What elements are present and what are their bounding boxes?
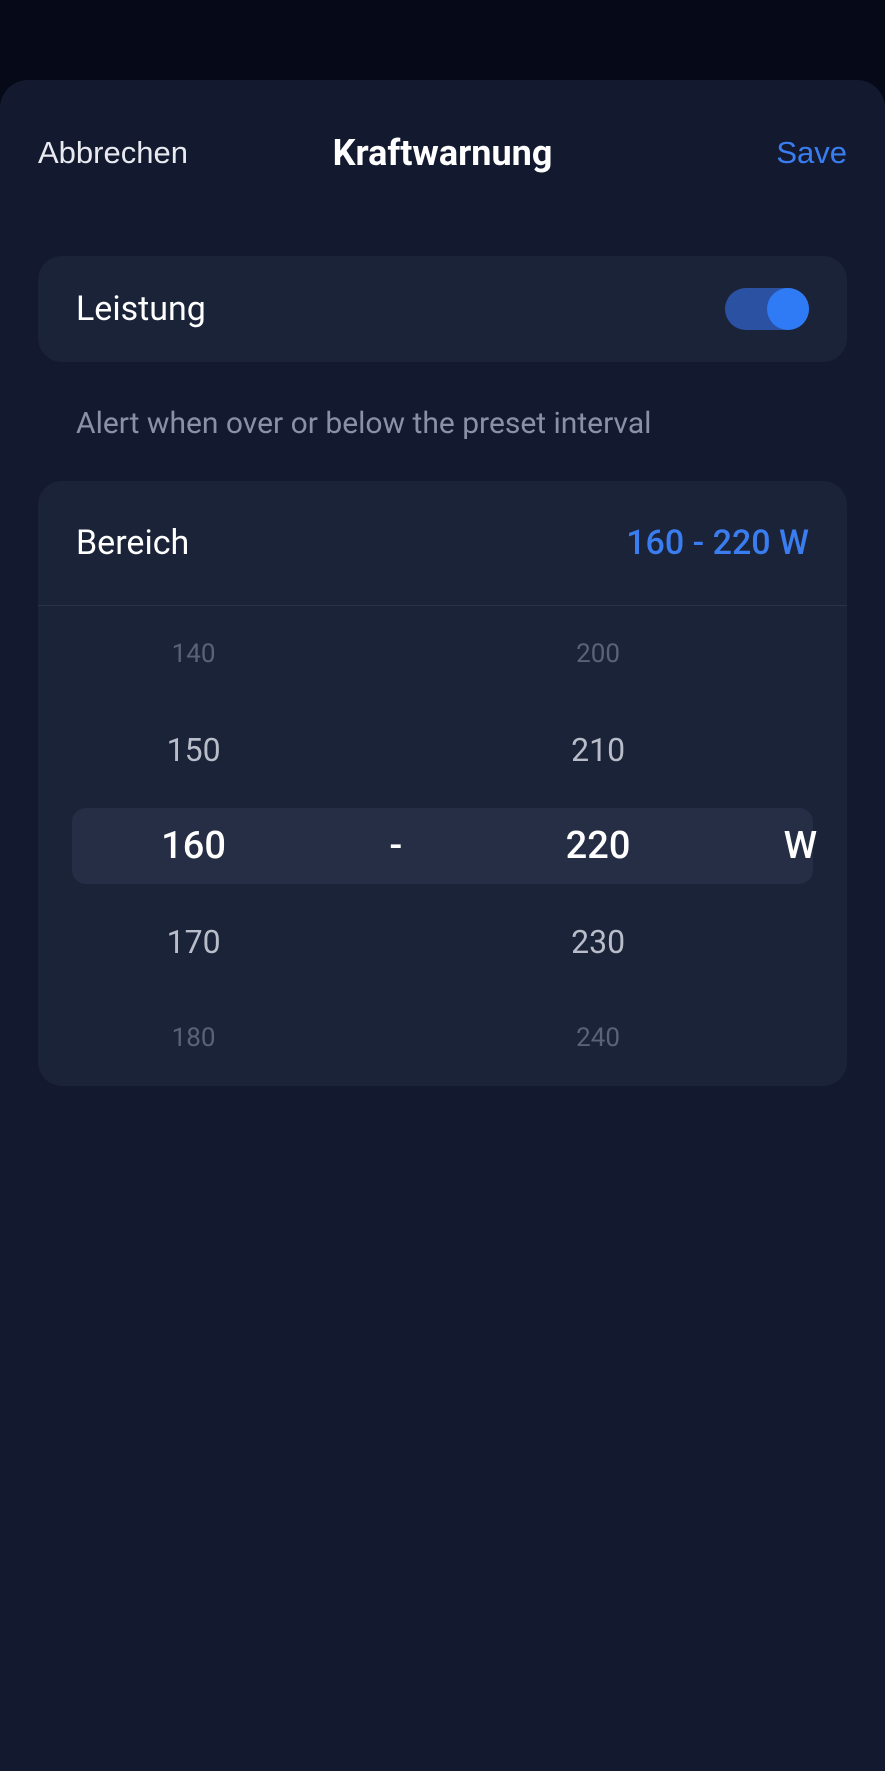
picker-wheels: 140 150 160 170 180 -: [38, 606, 847, 1086]
power-toggle-card: Leistung: [38, 256, 847, 362]
cancel-button[interactable]: Abbrechen: [38, 135, 188, 171]
modal-header: Abbrechen Kraftwarnung Save: [0, 80, 885, 221]
modal-sheet: Abbrechen Kraftwarnung Save Leistung Ale…: [0, 80, 885, 1771]
max-picker-column[interactable]: 200 210 220 230 240: [443, 606, 754, 1086]
range-value: 160 - 220 W: [626, 523, 809, 563]
separator-column: -: [349, 606, 442, 1086]
picker-option: 210: [443, 702, 754, 798]
unit-column: W: [754, 606, 847, 1086]
content-area: Leistung Alert when over or below the pr…: [0, 256, 885, 1086]
picker-option: 230: [443, 894, 754, 990]
range-separator: -: [349, 798, 442, 894]
picker-option: 170: [38, 894, 349, 990]
power-toggle-label: Leistung: [76, 289, 206, 329]
picker-option: 140: [38, 606, 349, 702]
range-picker-card: Bereich 160 - 220 W 140 150 160 170 180: [38, 481, 847, 1086]
range-unit: W: [754, 798, 847, 894]
range-header: Bereich 160 - 220 W: [38, 481, 847, 606]
picker-option: 240: [443, 990, 754, 1086]
min-picker-column[interactable]: 140 150 160 170 180: [38, 606, 349, 1086]
toggle-knob: [767, 288, 809, 330]
save-button[interactable]: Save: [776, 135, 847, 171]
picker-option-selected: 220: [443, 798, 754, 894]
picker-option-selected: 160: [38, 798, 349, 894]
alert-description: Alert when over or below the preset inte…: [38, 362, 847, 481]
power-toggle-switch[interactable]: [725, 288, 809, 330]
range-label: Bereich: [76, 523, 189, 563]
picker-option: 200: [443, 606, 754, 702]
page-title: Kraftwarnung: [333, 132, 553, 174]
picker-option: 150: [38, 702, 349, 798]
picker-option: 180: [38, 990, 349, 1086]
